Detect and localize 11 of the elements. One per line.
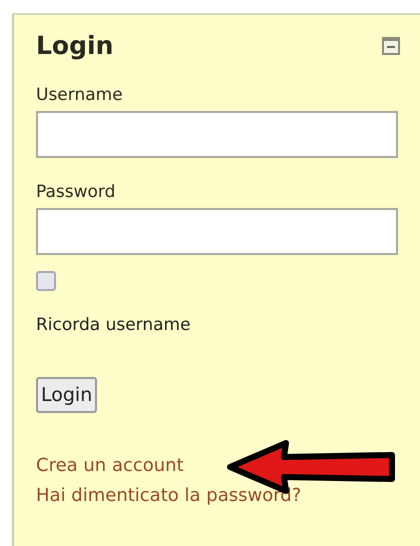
login-button[interactable]: Login [36,377,98,413]
minimize-icon[interactable] [382,37,400,55]
panel-title: Login [36,30,114,62]
link[interactable]: Crea un account [36,455,184,477]
remember-checkbox[interactable] [36,271,56,291]
field-label: Password [36,181,116,204]
link[interactable]: Hai dimenticato la password? [36,485,302,507]
remember-label: Ricorda username [36,314,192,337]
field-label: Username [36,84,124,107]
input-field[interactable] [36,111,398,158]
input-field[interactable] [36,208,398,255]
